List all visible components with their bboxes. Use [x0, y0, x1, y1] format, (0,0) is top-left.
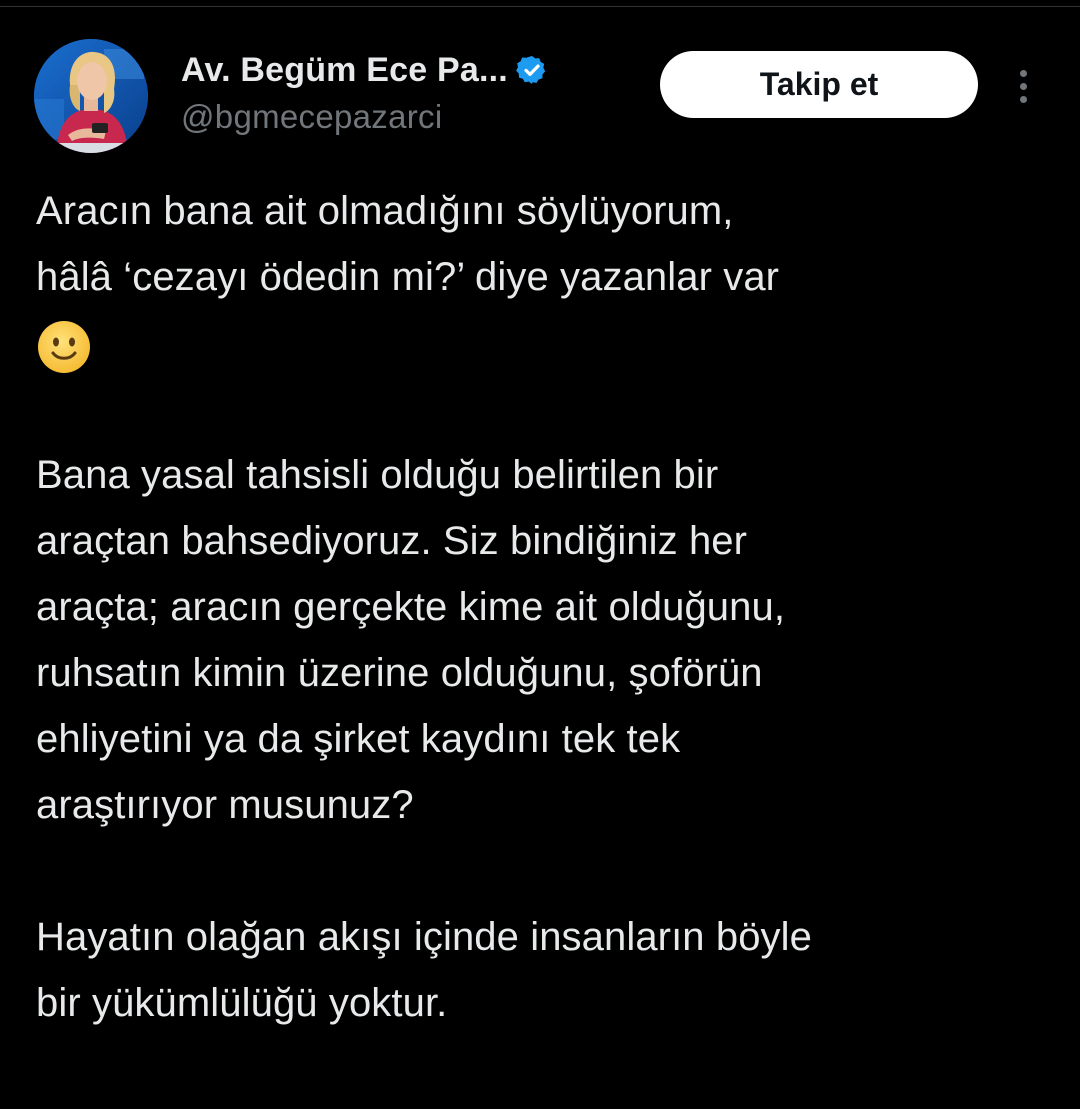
follow-button[interactable]: Takip et	[660, 51, 978, 118]
tweet-text: Aracın bana ait olmadığını söylüyorum, h…	[36, 178, 1066, 1036]
top-divider	[0, 0, 1080, 7]
avatar-photo	[34, 39, 148, 153]
handle[interactable]: @bgmecepazarci	[181, 98, 442, 136]
tweet-line: Aracın bana ait olmadığını söylüyorum,	[36, 189, 734, 233]
tweet-line: araçtan bahsediyoruz. Siz bindiğiniz her	[36, 519, 748, 563]
author-row: Av. Begüm Ece Pa...	[181, 48, 548, 92]
verified-badge-icon	[516, 54, 548, 86]
tweet-line: ehliyetini ya da şirket kaydını tek tek	[36, 717, 681, 761]
tweet-line: hâlâ ‘cezayı ödedin mi?’ diye yazanlar v…	[36, 255, 780, 299]
tweet-line: ruhsatın kimin üzerine olduğunu, şoförün	[36, 651, 763, 695]
slightly-smiling-face-icon	[36, 319, 92, 375]
tweet-line: bir yükümlülüğü yoktur.	[36, 981, 448, 1025]
tweet-emoji-line	[36, 310, 1066, 376]
avatar[interactable]	[34, 39, 148, 153]
tweet-line: araştırıyor musunuz?	[36, 783, 414, 827]
tweet-line: Bana yasal tahsisli olduğu belirtilen bi…	[36, 453, 719, 497]
display-name[interactable]: Av. Begüm Ece Pa...	[181, 51, 508, 90]
tweet-line: Hayatın olağan akışı içinde insanların b…	[36, 915, 812, 959]
more-vertical-icon[interactable]	[1008, 64, 1038, 108]
tweet-line: araçta; aracın gerçekte kime ait olduğun…	[36, 585, 786, 629]
